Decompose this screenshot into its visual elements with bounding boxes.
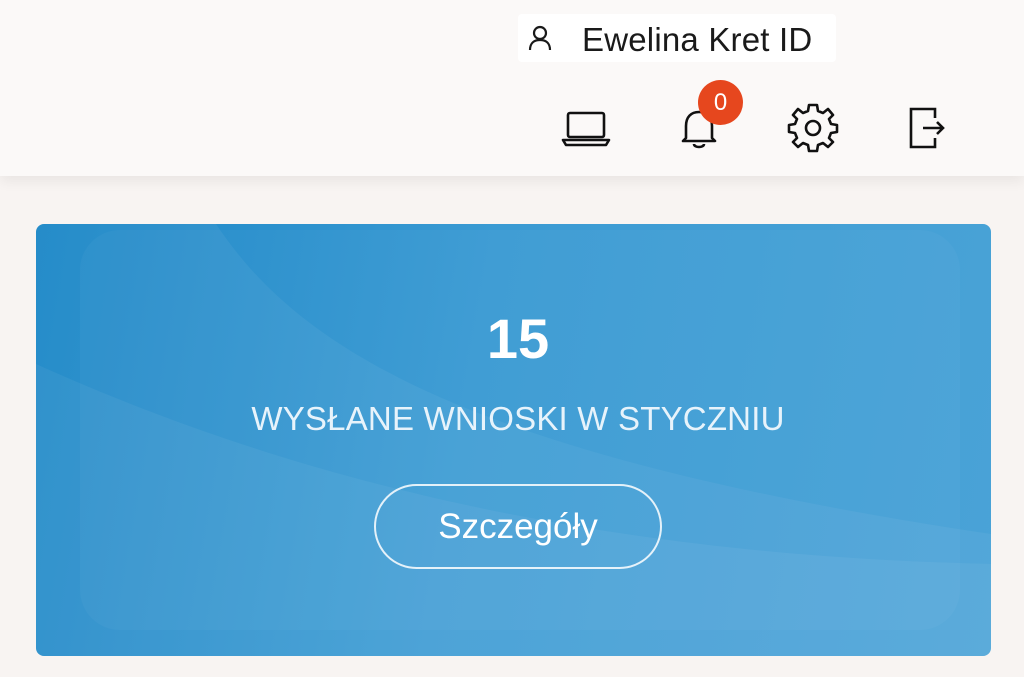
top-header: Ewelina Kret ID 0 (0, 0, 1024, 176)
laptop-icon[interactable] (558, 100, 614, 156)
notification-badge: 0 (698, 80, 743, 125)
logout-icon[interactable] (899, 100, 955, 156)
card-background-waves (36, 224, 991, 656)
applications-caption: WYSŁANE WNIOSKI W STYCZNIU (251, 400, 785, 437)
user-icon (526, 24, 554, 52)
gear-icon[interactable] (785, 100, 841, 156)
user-name: Ewelina Kret ID (582, 21, 813, 58)
user-profile[interactable]: Ewelina Kret ID (518, 14, 836, 62)
summary-card: 15 WYSŁANE WNIOSKI W STYCZNIU Szczegóły (36, 224, 991, 656)
applications-count: 15 (486, 307, 550, 370)
details-button[interactable]: Szczegóły (374, 484, 662, 569)
